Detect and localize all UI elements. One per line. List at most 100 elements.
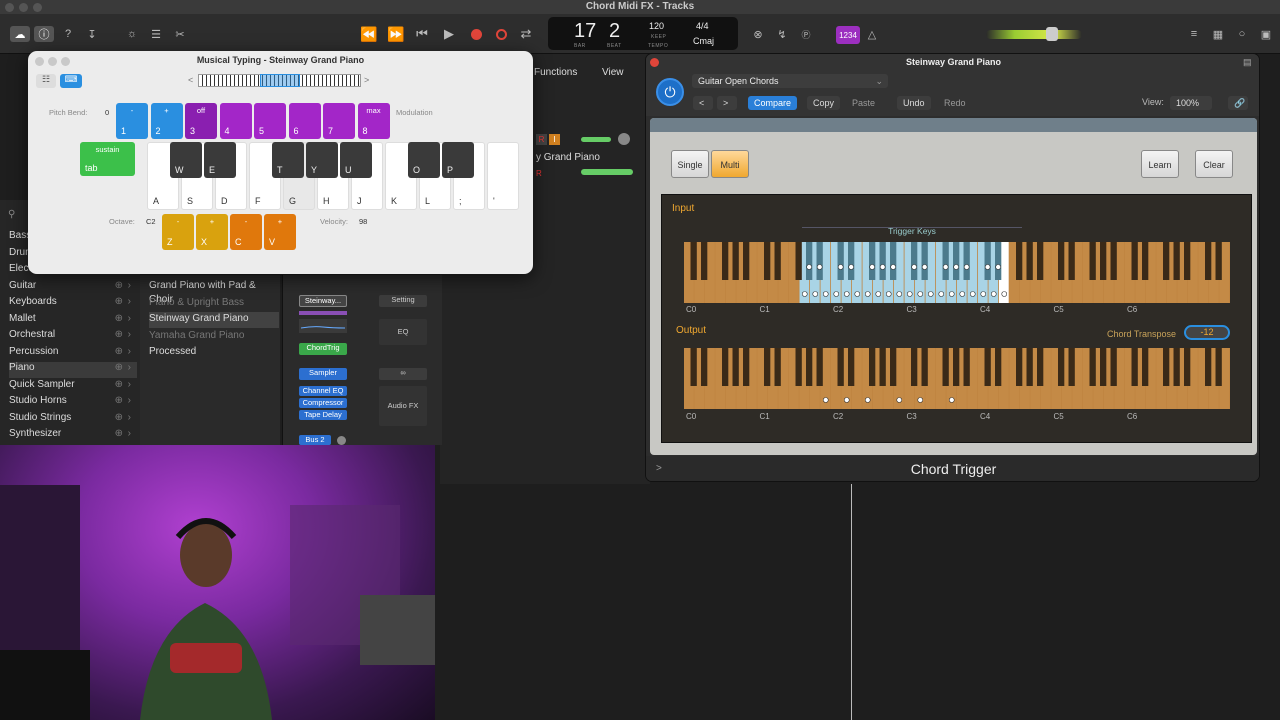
link-icon[interactable]: 🔗 <box>1228 96 1248 110</box>
search-icon[interactable]: ⚲ <box>8 209 15 220</box>
minimize-window-button[interactable] <box>19 3 28 12</box>
chord-transpose-field[interactable]: -12 <box>1184 325 1230 340</box>
pitch-key[interactable]: 4 <box>219 103 252 139</box>
add-icon[interactable]: ⊕ <box>115 362 123 373</box>
eq-thumbnail[interactable] <box>299 319 347 333</box>
instrument-slot[interactable]: Steinway... <box>299 295 347 307</box>
black-key[interactable]: O <box>408 142 440 178</box>
keyboard-range-selection[interactable] <box>260 74 300 87</box>
pitch-key[interactable]: 7 <box>323 103 355 139</box>
redo-button[interactable]: Redo <box>938 96 972 110</box>
add-icon[interactable]: ⊕ <box>115 280 123 291</box>
clear-button[interactable]: Clear <box>1195 150 1233 178</box>
patch-item[interactable]: Steinway Grand Piano <box>149 312 279 328</box>
replace-mode-icon[interactable]: ⊗ <box>748 26 768 42</box>
octave-left-icon[interactable]: < <box>188 75 193 85</box>
master-volume-slider[interactable] <box>986 30 1082 39</box>
view-menu[interactable]: View <box>602 67 624 78</box>
pitch-key[interactable]: +2 <box>150 103 183 139</box>
fast-forward-icon[interactable]: ⏩ <box>386 26 406 42</box>
pitch-key[interactable]: 6 <box>288 103 321 139</box>
black-key[interactable]: U <box>340 142 372 178</box>
add-icon[interactable]: ⊕ <box>115 395 123 406</box>
input-keyboard[interactable] <box>684 242 1230 303</box>
library-item[interactable]: Mallet ⊕ › <box>9 313 137 329</box>
replace-icon[interactable] <box>491 26 511 42</box>
library-item[interactable]: Studio Strings ⊕ › <box>9 412 137 428</box>
octave-velocity-key[interactable]: -C <box>230 214 262 250</box>
eq-button[interactable]: EQ <box>379 319 427 345</box>
patch-item[interactable]: Processed <box>149 345 279 361</box>
pan-knob[interactable] <box>618 133 630 145</box>
black-key[interactable]: E <box>204 142 236 178</box>
octave-velocity-key[interactable]: + X <box>196 214 228 250</box>
add-icon[interactable]: ⊕ <box>115 296 123 307</box>
keyboard-mode-icon[interactable]: ⌨ <box>60 74 82 88</box>
toolbar-icon[interactable]: ↧ <box>82 26 102 42</box>
pitch-key[interactable]: 5 <box>254 103 286 139</box>
audio-fx-button[interactable]: Audio FX <box>379 386 427 426</box>
piano-mode-icon[interactable]: ☷ <box>36 74 56 88</box>
add-icon[interactable]: ⊕ <box>115 428 123 439</box>
library-item[interactable]: Studio Horns ⊕ › <box>9 395 137 411</box>
rewind-icon[interactable]: ⏪ <box>359 26 379 42</box>
audio-fx-slot-3[interactable]: Tape Delay <box>299 410 347 420</box>
copy-button[interactable]: Copy <box>807 96 841 110</box>
output-keyboard[interactable] <box>684 348 1230 409</box>
audio-fx-slot-1[interactable]: Channel EQ <box>299 386 347 396</box>
white-key[interactable]: ' <box>487 142 519 210</box>
record-enable-button[interactable]: R <box>536 134 547 145</box>
zoom-window-button[interactable] <box>33 3 42 12</box>
lcd-display[interactable]: 17 2 BAR BEAT 120 KEEP TEMPO 4/4 Cmaj <box>548 17 738 50</box>
previous-preset-icon[interactable]: < <box>693 96 713 110</box>
add-icon[interactable]: ⊕ <box>115 329 123 340</box>
paste-button[interactable]: Paste <box>846 96 881 110</box>
black-key[interactable]: P <box>442 142 474 178</box>
playhead[interactable] <box>851 484 852 720</box>
add-icon[interactable]: ⊕ <box>115 412 123 423</box>
single-mode-button[interactable]: Single <box>671 150 709 178</box>
help-icon[interactable]: ? <box>58 26 78 42</box>
library-item[interactable]: Synthesizer ⊕ › <box>9 428 137 444</box>
library-item[interactable]: Guitar ⊕ › <box>9 280 137 296</box>
notepad-icon[interactable]: ▦ <box>1208 26 1228 42</box>
inspector-icon[interactable]: ⓘ <box>34 26 54 42</box>
browser-icon[interactable]: ▣ <box>1256 26 1276 42</box>
tracks-workspace[interactable] <box>645 484 1280 720</box>
octave-velocity-key[interactable]: -Z <box>162 214 194 250</box>
black-key[interactable]: T <box>272 142 304 178</box>
count-in-button[interactable]: 1234 <box>836 26 860 44</box>
track-record-button[interactable]: R <box>536 169 542 178</box>
octave-velocity-key[interactable]: + V <box>264 214 296 250</box>
audio-fx-slot-2[interactable]: Compressor <box>299 398 347 408</box>
octave-right-icon[interactable]: > <box>364 75 369 85</box>
undo-button[interactable]: Undo <box>897 96 931 110</box>
list-editors-icon[interactable]: ≡ <box>1184 26 1204 42</box>
loop-browser-icon[interactable]: ○ <box>1232 26 1252 42</box>
cycle-icon[interactable]: ⇄ <box>516 26 536 42</box>
patch-item[interactable]: Grand Piano with Pad & Choir <box>149 279 279 305</box>
close-window-button[interactable] <box>5 3 14 12</box>
compare-button[interactable]: Compare <box>748 96 798 110</box>
expand-icon[interactable]: ▤ <box>1243 57 1252 68</box>
send-slot[interactable]: Bus 2 <box>299 435 331 445</box>
track-fader[interactable] <box>581 169 633 175</box>
link-icon[interactable]: ∞ <box>379 368 427 380</box>
patch-item[interactable]: Piano & Upright Bass <box>149 296 279 312</box>
go-to-beginning-icon[interactable]: ⏮ <box>412 26 432 42</box>
multi-mode-button[interactable]: Multi <box>711 150 749 178</box>
editors-icon[interactable]: ✂ <box>170 26 190 42</box>
pitch-key[interactable]: off 3 <box>185 103 217 139</box>
metronome-icon[interactable]: △ <box>862 26 882 42</box>
send-level-knob[interactable] <box>337 436 346 445</box>
library-item[interactable]: Quick Sampler ⊕ › <box>9 379 137 395</box>
add-icon[interactable]: ⊕ <box>115 346 123 357</box>
sampler-slot[interactable]: Sampler <box>299 368 347 380</box>
library-icon[interactable]: ☁ <box>10 26 30 42</box>
track-volume-slider[interactable] <box>581 137 611 142</box>
next-preset-icon[interactable]: > <box>717 96 737 110</box>
mixer-icon[interactable]: ☰ <box>146 26 166 42</box>
master-volume-knob[interactable] <box>1046 27 1058 41</box>
library-item[interactable]: Piano ⊕ › <box>9 362 137 378</box>
view-zoom-menu[interactable]: 100% <box>1170 96 1212 110</box>
